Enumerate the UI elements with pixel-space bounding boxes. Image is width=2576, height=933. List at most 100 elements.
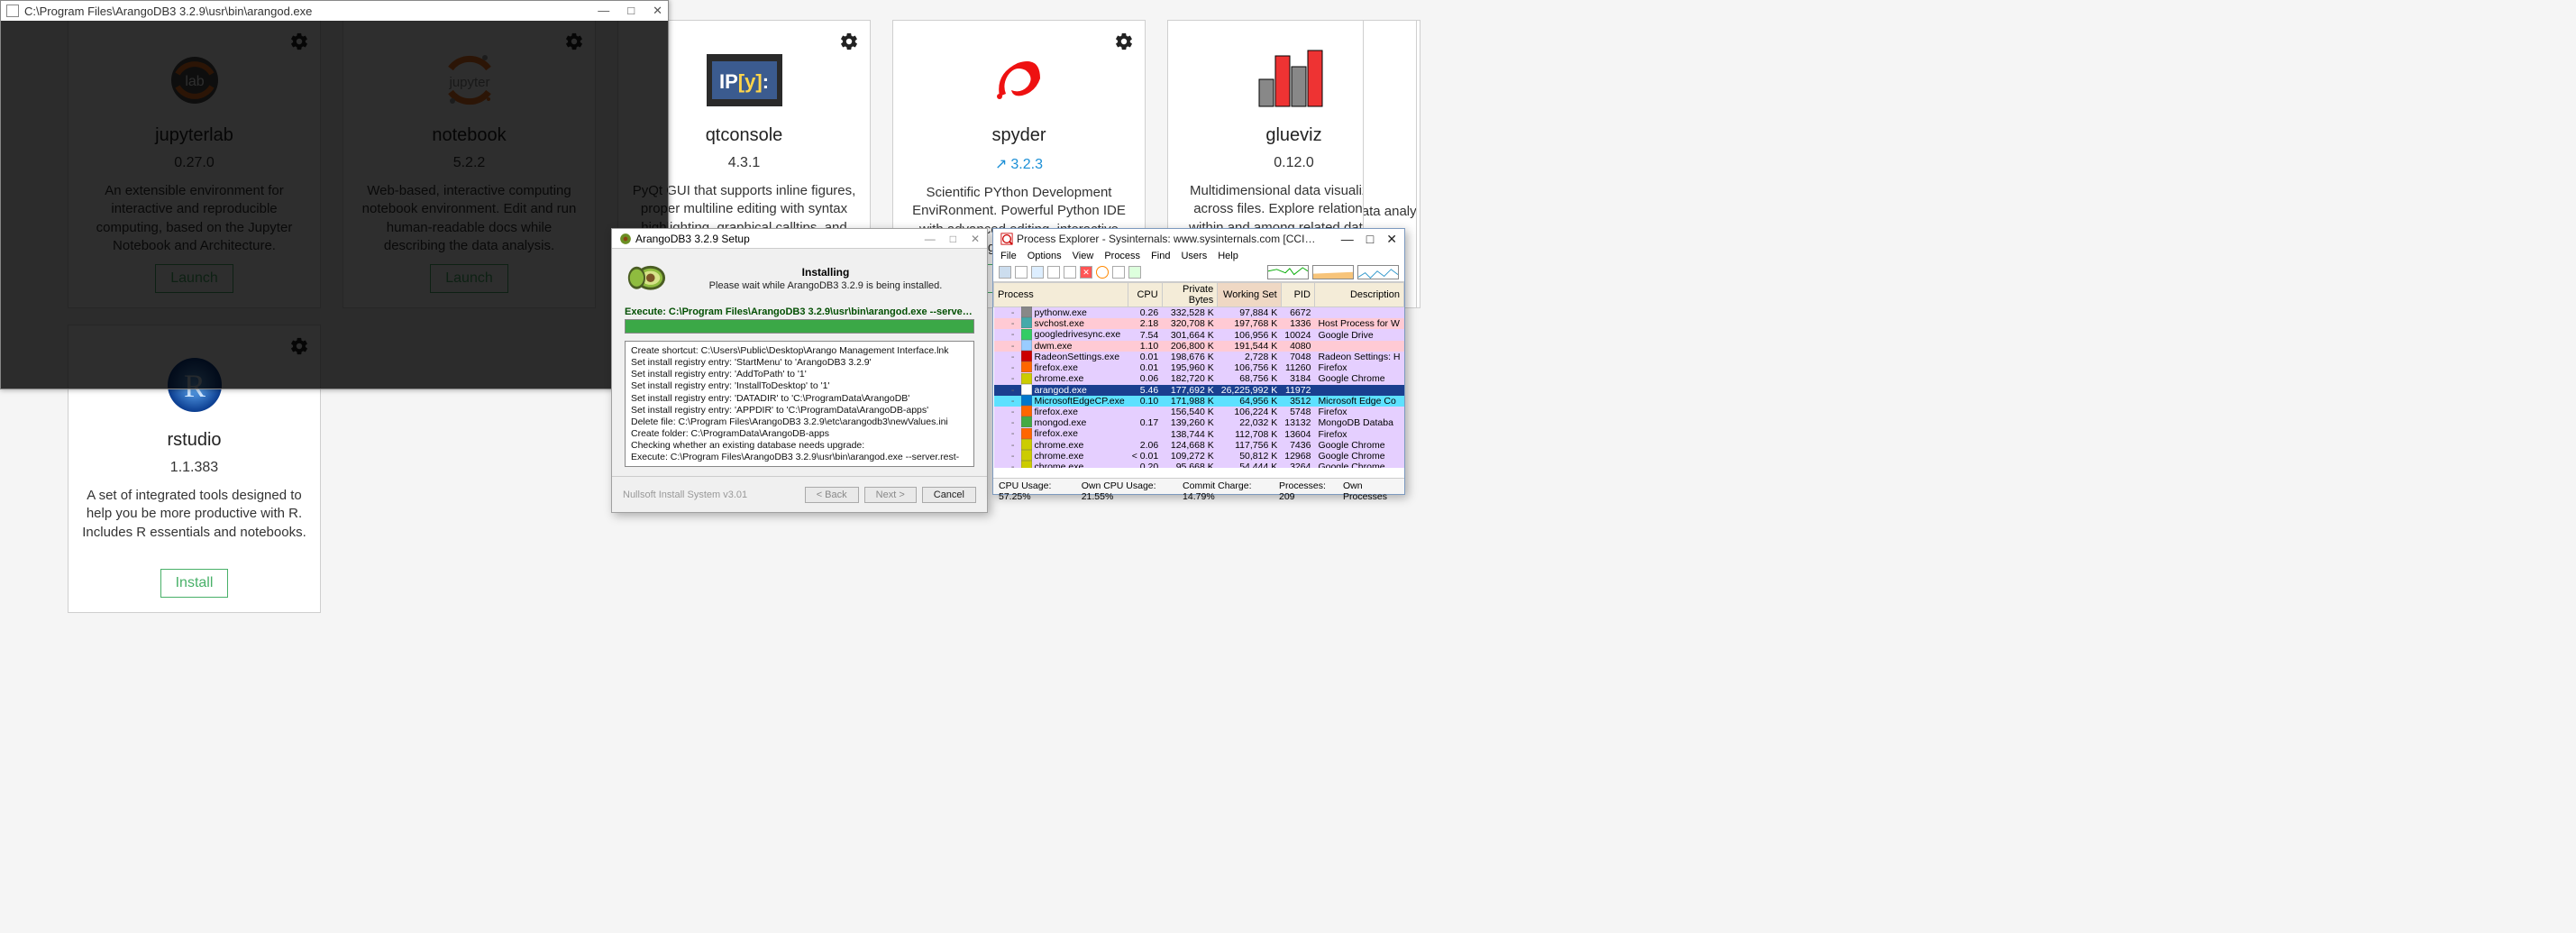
column-pid[interactable]: PID	[1281, 283, 1314, 307]
minimize-icon[interactable]: —	[925, 233, 936, 245]
log-line: Set install registry entry: 'StartMenu' …	[631, 357, 968, 369]
process-row[interactable]: -chrome.exe< 0.01109,272 K50,812 K12968G…	[994, 451, 1404, 462]
tree-toggle-icon[interactable]: -	[1010, 352, 1019, 362]
process-row[interactable]: -pythonw.exe0.26332,528 K97,884 K6672	[994, 307, 1404, 319]
cancel-button[interactable]: Cancel	[922, 487, 976, 503]
process-name: MicrosoftEdgeCP.exe	[1035, 396, 1125, 407]
menu-find[interactable]: Find	[1151, 251, 1170, 261]
maximize-icon[interactable]: □	[1366, 232, 1374, 247]
column-process[interactable]: Process	[994, 283, 1128, 307]
process-explorer-window[interactable]: Process Explorer - Sysinternals: www.sys…	[992, 228, 1405, 495]
dll-icon[interactable]	[1128, 266, 1141, 279]
process-icon	[1021, 428, 1032, 439]
close-icon[interactable]: ✕	[971, 233, 980, 245]
private-bytes-value: 95,668 K	[1162, 462, 1218, 468]
close-icon[interactable]: ✕	[653, 4, 662, 18]
column-description[interactable]: Description	[1314, 283, 1403, 307]
log-line: Create folder: C:\ProgramData\ArangoDB-a…	[631, 428, 968, 440]
working-set-value: 112,708 K	[1218, 428, 1281, 439]
tree-toggle-icon[interactable]: -	[1010, 362, 1019, 373]
description-value: Firefox	[1314, 362, 1403, 373]
commit-graph[interactable]	[1312, 265, 1354, 279]
process-row[interactable]: -chrome.exe2.06124,668 K117,756 K7436Goo…	[994, 440, 1404, 451]
cpu-value: 7.54	[1128, 329, 1163, 340]
app-version[interactable]: ↗3.2.3	[995, 155, 1043, 173]
properties-icon[interactable]	[1064, 266, 1076, 279]
titlebar[interactable]: ArangoDB3 3.2.9 Setup — □ ✕	[612, 229, 987, 249]
tree-toggle-icon[interactable]: -	[1010, 329, 1019, 340]
tree-toggle-icon[interactable]: -	[1010, 428, 1019, 439]
process-row[interactable]: -MicrosoftEdgeCP.exe0.10171,988 K64,956 …	[994, 396, 1404, 407]
sysinfo-icon[interactable]	[1031, 266, 1044, 279]
gear-icon[interactable]	[839, 32, 859, 51]
working-set-value: 97,884 K	[1218, 307, 1281, 319]
tree-toggle-icon[interactable]: -	[1010, 373, 1019, 384]
refresh-icon[interactable]	[1015, 266, 1028, 279]
process-table[interactable]: ProcessCPUPrivate BytesWorking SetPIDDes…	[993, 282, 1404, 468]
tree-toggle-icon[interactable]: -	[1010, 385, 1019, 396]
tree-toggle-icon[interactable]: -	[1010, 341, 1019, 352]
process-name: mongod.exe	[1035, 417, 1087, 428]
tree-toggle-icon[interactable]: -	[1010, 440, 1019, 451]
process-icon	[1021, 406, 1032, 416]
process-row[interactable]: -mongod.exe0.17139,260 K22,032 K13132Mon…	[994, 417, 1404, 428]
find-icon[interactable]	[1112, 266, 1125, 279]
kill-icon[interactable]: ✕	[1080, 266, 1092, 279]
install-log[interactable]: Create shortcut: C:\Users\Public\Desktop…	[625, 341, 974, 467]
menu-help[interactable]: Help	[1218, 251, 1238, 261]
menu-view[interactable]: View	[1073, 251, 1094, 261]
gear-icon[interactable]	[1114, 32, 1134, 51]
tree-toggle-icon[interactable]: -	[1010, 451, 1019, 462]
process-row[interactable]: -arangod.exe5.46177,692 K26,225,992 K119…	[994, 385, 1404, 396]
arangodb-setup-window[interactable]: ArangoDB3 3.2.9 Setup — □ ✕ Installing P	[611, 228, 988, 513]
menu-users[interactable]: Users	[1181, 251, 1207, 261]
launch-button[interactable]: Install	[160, 569, 229, 598]
pid-value: 4080	[1281, 341, 1314, 352]
launch-arrow-icon: ↗	[995, 157, 1007, 172]
progress-bar	[625, 319, 974, 334]
toolbar[interactable]: ✕	[993, 263, 1404, 282]
tree-toggle-icon[interactable]: -	[1010, 407, 1019, 417]
log-line: Delete file: C:\Program Files\ArangoDB3 …	[631, 416, 968, 428]
menu-file[interactable]: File	[1000, 251, 1017, 261]
avocado-icon	[625, 262, 666, 295]
process-row[interactable]: -firefox.exe138,744 K112,708 K13604Firef…	[994, 428, 1404, 439]
process-name: RadeonSettings.exe	[1035, 352, 1120, 362]
column-working-set[interactable]: Working Set	[1218, 283, 1281, 307]
cpu-graph[interactable]	[1267, 265, 1309, 279]
menubar[interactable]: File Options View Process Find Users Help	[993, 249, 1404, 263]
process-name: firefox.exe	[1035, 362, 1078, 373]
menu-process[interactable]: Process	[1104, 251, 1140, 261]
process-row[interactable]: -chrome.exe0.06182,720 K68,756 K3184Goog…	[994, 373, 1404, 384]
process-row[interactable]: -dwm.exe1.10206,800 K191,544 K4080	[994, 341, 1404, 352]
close-icon[interactable]: ✕	[1386, 232, 1397, 247]
process-row[interactable]: -svchost.exe2.18320,708 K197,768 K1336Ho…	[994, 318, 1404, 329]
tree-toggle-icon[interactable]: -	[1010, 318, 1019, 329]
tree-icon[interactable]	[1047, 266, 1060, 279]
titlebar[interactable]: C:\Program Files\ArangoDB3 3.2.9\usr\bin…	[1, 1, 668, 21]
io-graph[interactable]	[1357, 265, 1399, 279]
maximize-icon[interactable]: □	[950, 233, 956, 245]
window-title: ArangoDB3 3.2.9 Setup	[635, 233, 750, 245]
process-row[interactable]: -googledrivesync.exe7.54301,664 K106,956…	[994, 329, 1404, 340]
process-row[interactable]: -firefox.exe156,540 K106,224 K5748Firefo…	[994, 407, 1404, 417]
column-private-bytes[interactable]: Private Bytes	[1162, 283, 1218, 307]
menu-options[interactable]: Options	[1028, 251, 1062, 261]
save-icon[interactable]	[999, 266, 1011, 279]
tree-toggle-icon[interactable]: -	[1010, 307, 1019, 318]
description-value: Radeon Settings: H	[1314, 352, 1403, 362]
description-value	[1314, 341, 1403, 352]
arangod-console-window[interactable]: C:\Program Files\ArangoDB3 3.2.9\usr\bin…	[0, 0, 669, 389]
process-row[interactable]: -chrome.exe0.2095,668 K54,444 K3264Googl…	[994, 462, 1404, 468]
process-row[interactable]: -firefox.exe0.01195,960 K106,756 K11260F…	[994, 362, 1404, 373]
process-row[interactable]: -RadeonSettings.exe0.01198,676 K2,728 K7…	[994, 352, 1404, 362]
minimize-icon[interactable]: —	[1341, 232, 1354, 247]
tree-toggle-icon[interactable]: -	[1010, 462, 1019, 468]
column-cpu[interactable]: CPU	[1128, 283, 1163, 307]
titlebar[interactable]: Process Explorer - Sysinternals: www.sys…	[993, 229, 1404, 249]
tree-toggle-icon[interactable]: -	[1010, 396, 1019, 407]
minimize-icon[interactable]: —	[598, 4, 609, 18]
find-target-icon[interactable]	[1096, 266, 1109, 279]
tree-toggle-icon[interactable]: -	[1010, 417, 1019, 428]
maximize-icon[interactable]: □	[627, 4, 635, 18]
